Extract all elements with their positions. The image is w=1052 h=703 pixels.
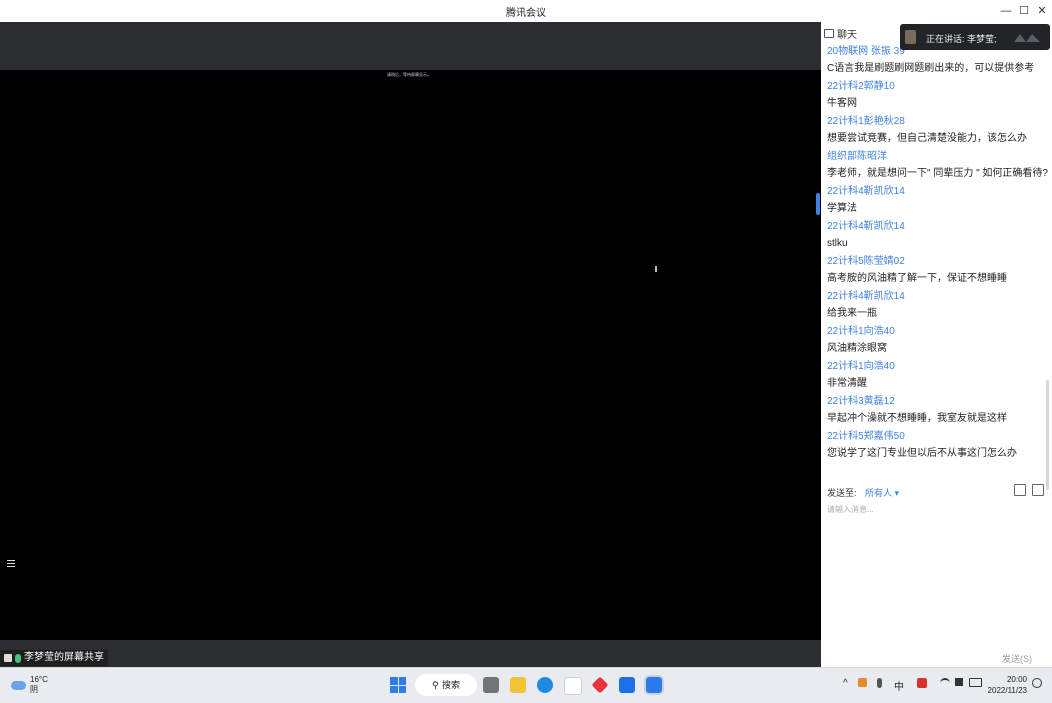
chat-sender[interactable]: 22计科1彭艳秋28 — [827, 115, 1049, 132]
battery-icon[interactable] — [969, 678, 982, 687]
message-input[interactable]: 请输入消息... — [827, 504, 874, 515]
wifi-icon[interactable] — [940, 678, 950, 689]
screen-share-owner: 李梦莹的屏幕共享 — [24, 652, 104, 663]
chat-sender[interactable]: 22计科5陈莹婧02 — [827, 255, 1049, 272]
microphone-icon — [15, 653, 21, 663]
app-red-icon[interactable] — [591, 676, 609, 694]
chat-message: 22计科5郑嘉伟50 您说学了这门专业但以后不从事这门怎么办 — [827, 430, 1049, 465]
speaking-indicator: 正在讲话: 李梦莹; — [900, 24, 1050, 50]
send-to-label: 发送至: — [827, 488, 857, 498]
store-icon[interactable] — [564, 677, 582, 695]
chat-sender[interactable]: 22计科4靳凯欣14 — [827, 290, 1049, 307]
chat-message: 22计科4靳凯欣14 给我来一瓶 — [827, 290, 1049, 325]
chat-message: 22计科1向浩40 非常清醒 — [827, 360, 1049, 395]
taskbar: 16°C 阴 ⚲ 搜索 ^ 中 20:00 2022/11/23 — [0, 667, 1052, 703]
chat-text: 想要尝试竞赛，但自己清楚没能力，该怎么办 — [827, 133, 1027, 144]
chat-message: 22计科5陈莹婧02 高考胺的风油精了解一下，保证不想睡睡 — [827, 255, 1049, 290]
search-label: 搜索 — [442, 680, 461, 690]
weather-widget[interactable]: 16°C 阴 — [11, 675, 48, 695]
file-icon[interactable] — [1014, 484, 1026, 496]
chat-sender[interactable]: 22计科4靳凯欣14 — [827, 220, 1049, 237]
compose-toolbar — [1014, 484, 1044, 496]
chat-sender[interactable]: 22计科4靳凯欣14 — [827, 185, 1049, 202]
chat-message: 22计科3黄磊12 早起冲个澡就不想睡睡，我室友就是这样 — [827, 395, 1049, 430]
clock-date: 2022/11/23 — [987, 686, 1027, 695]
chat-sender[interactable]: 22计科2郭静10 — [827, 80, 1049, 97]
chat-header-label: 聊天 — [837, 30, 857, 41]
chat-text: 风油精涂眼窝 — [827, 343, 887, 354]
screen-share-icon — [4, 654, 12, 662]
text-cursor-icon — [655, 266, 657, 272]
chat-scrollbar[interactable] — [1046, 380, 1049, 490]
chat-text: 早起冲个澡就不想睡睡，我室友就是这样 — [827, 413, 1007, 424]
chat-bubble-icon — [824, 29, 834, 38]
edge-browser-icon[interactable] — [537, 677, 553, 693]
window-title: 腾讯会议 — [506, 8, 546, 19]
chat-text: 学算法 — [827, 203, 857, 214]
send-button[interactable]: 发送(S) — [1002, 652, 1032, 665]
tray-app-icon[interactable] — [858, 678, 867, 687]
task-view-icon[interactable] — [483, 677, 499, 693]
tray-overflow-icon[interactable]: ^ — [843, 678, 848, 689]
ime-indicator[interactable]: 中 — [894, 678, 904, 693]
meeting-stage: 请稍后，等待屏幕显示。 — [0, 22, 821, 689]
chat-sender[interactable]: 22计科5郑嘉伟50 — [827, 430, 1049, 447]
send-to-row: 发送至: 所有人 ▾ — [827, 486, 899, 499]
chat-message: 22计科1向浩40 风油精涂眼窝 — [827, 325, 1049, 360]
title-bar: 腾讯会议 — ☐ ✕ — [0, 0, 1052, 23]
windows-start-icon[interactable] — [390, 677, 406, 693]
speaking-text: 正在讲话: 李梦莹; — [926, 34, 997, 44]
tray-mic-icon[interactable] — [877, 678, 882, 688]
chat-sender[interactable]: 22计科1向浩40 — [827, 360, 1049, 377]
system-clock[interactable]: 20:00 2022/11/23 — [983, 674, 1027, 696]
minimize-button[interactable]: — — [997, 2, 1015, 20]
chat-message: 22计科4靳凯欣14 stlku — [827, 220, 1049, 255]
tencent-meeting-icon[interactable] — [644, 675, 664, 695]
chat-text: C语言我是刷题刷网题刷出来的，可以提供参考 — [827, 63, 1035, 74]
clock-time: 20:00 — [1006, 675, 1027, 684]
chat-text: 给我来一瓶 — [827, 308, 877, 319]
chat-message: 组织部陈昭洋 李老师，就是想问一下" 同辈压力 " 如何正确看待? — [827, 150, 1049, 185]
chat-message: 22计科1彭艳秋28 想要尝试竞赛，但自己清楚没能力，该怎么办 — [827, 115, 1049, 150]
chat-text: 高考胺的风油精了解一下，保证不想睡睡 — [827, 273, 1007, 284]
chat-sender[interactable]: 组织部陈昭洋 — [827, 150, 1049, 167]
list-menu-icon[interactable] — [5, 558, 15, 568]
chat-text: 李老师，就是想问一下" 同辈压力 " 如何正确看待? — [827, 168, 1048, 179]
chat-message-list[interactable]: 20物联网 张振 39 C语言我是刷题刷网题刷出来的，可以提供参考 22计科2郭静… — [827, 45, 1049, 465]
close-button[interactable]: ✕ — [1033, 2, 1051, 20]
screen-share-label: 李梦莹的屏幕共享 — [0, 650, 108, 666]
chat-message: 20物联网 张振 39 C语言我是刷题刷网题刷出来的，可以提供参考 — [827, 45, 1049, 80]
todo-check-icon[interactable] — [619, 677, 635, 693]
chat-sender[interactable]: 22计科1向浩40 — [827, 325, 1049, 342]
file-explorer-icon[interactable] — [510, 677, 526, 693]
chat-history-icon[interactable] — [1032, 484, 1044, 496]
chat-text: stlku — [827, 238, 848, 249]
notification-moon-icon[interactable] — [1032, 678, 1042, 688]
chat-header: 聊天 — [824, 26, 857, 41]
chat-text: 牛客网 — [827, 98, 857, 109]
shared-screen[interactable]: 请稍后，等待屏幕显示。 — [0, 70, 821, 640]
tray-antivirus-icon[interactable] — [917, 678, 927, 688]
shared-screen-caption: 请稍后，等待屏幕显示。 — [387, 72, 431, 77]
chat-text: 您说学了这门专业但以后不从事这门怎么办 — [827, 448, 1017, 459]
search-icon: ⚲ — [432, 680, 439, 690]
weather-temp: 16°C — [30, 675, 48, 684]
stage-top-bar — [0, 22, 821, 70]
speaker-avatar — [905, 30, 916, 44]
taskbar-search[interactable]: ⚲ 搜索 — [415, 674, 477, 696]
meeting-logo-icon — [1014, 34, 1040, 42]
chat-sender[interactable]: 22计科3黄磊12 — [827, 395, 1049, 412]
weather-desc: 阴 — [30, 685, 38, 694]
maximize-button[interactable]: ☐ — [1015, 2, 1033, 20]
panel-resize-handle[interactable] — [816, 193, 820, 215]
send-to-dropdown[interactable]: 所有人 ▾ — [865, 488, 899, 498]
cloud-icon — [11, 680, 26, 690]
chat-message: 22计科4靳凯欣14 学算法 — [827, 185, 1049, 220]
chat-panel: 聊天 20物联网 张振 39 C语言我是刷题刷网题刷出来的，可以提供参考 22计科… — [821, 22, 1052, 667]
volume-icon[interactable] — [955, 678, 963, 686]
chat-message: 22计科2郭静10 牛客网 — [827, 80, 1049, 115]
chat-text: 非常清醒 — [827, 378, 867, 389]
